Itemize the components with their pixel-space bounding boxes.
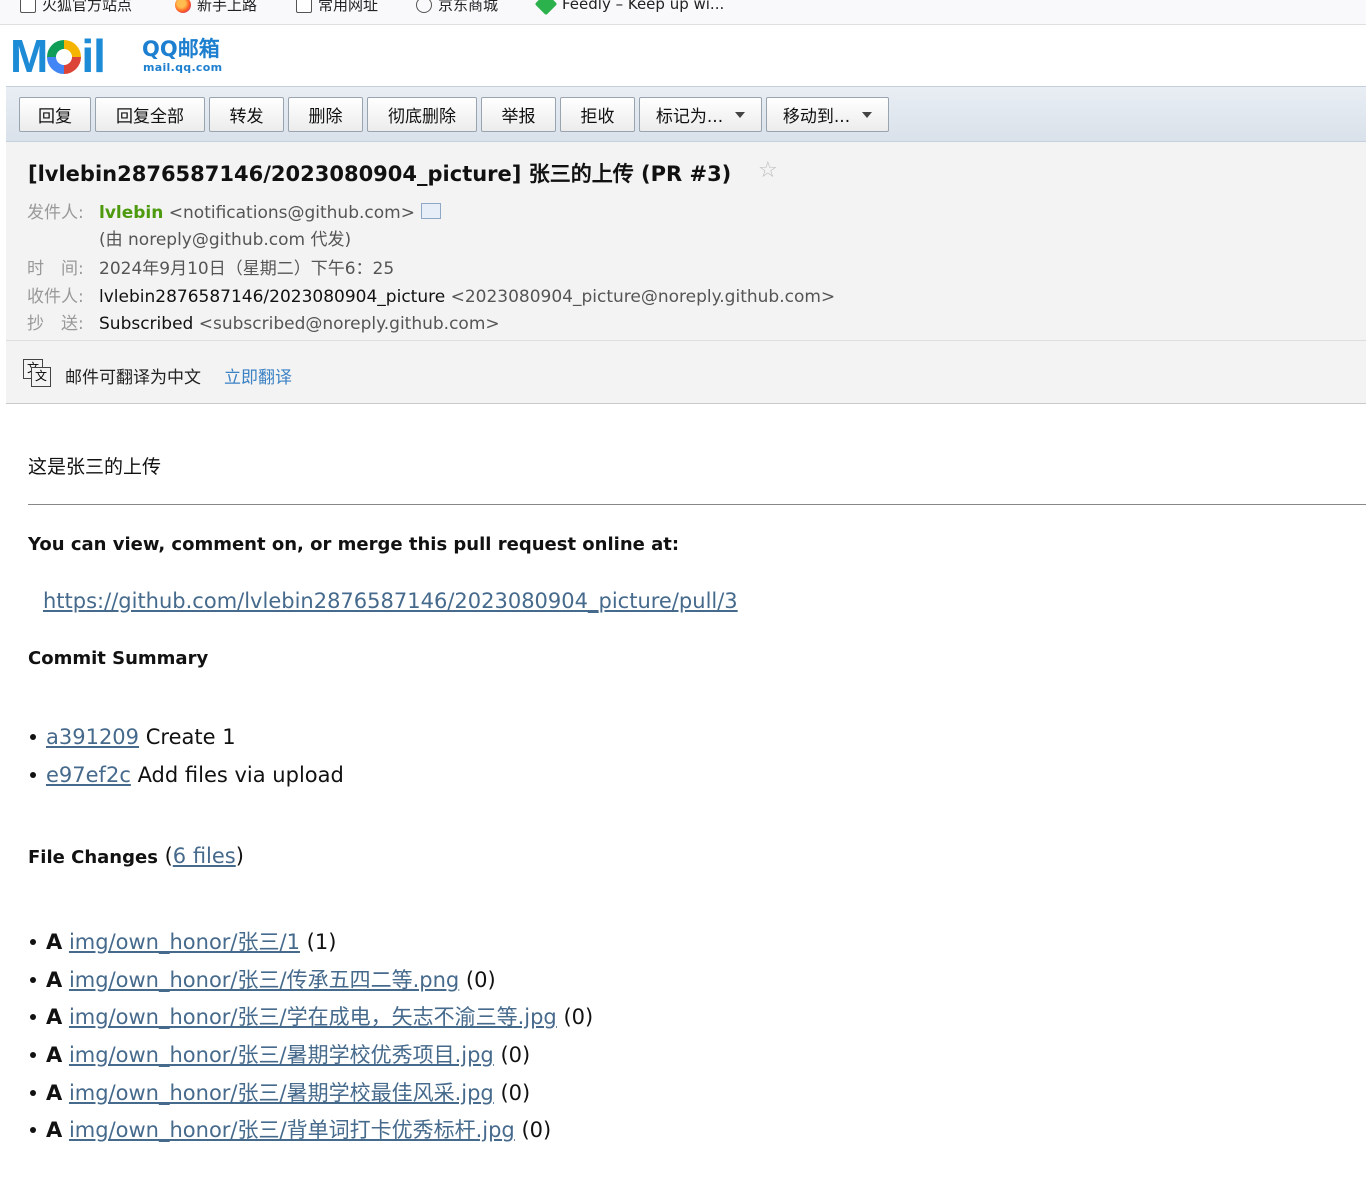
list-item: A img/own_honor/张三/背单词打卡优秀标杆.jpg (0) xyxy=(30,1114,551,1144)
report-button[interactable]: 举报 xyxy=(481,97,556,132)
logo-mail-text: Mil xyxy=(10,30,106,82)
commit-sha-link[interactable]: e97ef2c xyxy=(46,763,131,787)
view-line: You can view, comment on, or merge this … xyxy=(28,534,680,555)
bookmark-item[interactable]: 新手上路 xyxy=(175,0,257,15)
list-item: A img/own_honor/张三/1 (1) xyxy=(30,926,336,956)
translate-now-link[interactable]: 立即翻译 xyxy=(224,363,292,388)
globe-icon xyxy=(416,0,432,13)
list-item: a391209 Create 1 xyxy=(30,725,236,749)
reject-button[interactable]: 拒收 xyxy=(560,97,635,132)
pr-url-row: https://github.com/lvlebin2876587146/202… xyxy=(43,589,738,613)
file-path-link[interactable]: img/own_honor/张三/传承五四二等.png xyxy=(69,968,459,992)
move-to-dropdown[interactable]: 移动到... xyxy=(766,97,889,132)
on-behalf-text: (由 noreply@github.com 代发) xyxy=(99,230,352,250)
list-item: A img/own_honor/张三/传承五四二等.png (0) xyxy=(30,964,496,994)
file-changes-row: File Changes (6 files) xyxy=(28,844,244,868)
file-path-link[interactable]: img/own_honor/张三/背单词打卡优秀标杆.jpg xyxy=(69,1118,515,1142)
time-label: 时 间: xyxy=(27,259,84,279)
mark-as-dropdown[interactable]: 标记为... xyxy=(639,97,762,132)
forward-button[interactable]: 转发 xyxy=(209,97,284,132)
divider xyxy=(28,504,1366,505)
delete-forever-button[interactable]: 彻底删除 xyxy=(367,97,477,132)
qq-mail-logo[interactable]: Mil QQ邮箱 mail.qq.com xyxy=(10,33,230,79)
file-changes-link[interactable]: 6 files xyxy=(173,844,236,868)
sent-time: 2024年9月10日（星期二）下午6：25 xyxy=(99,259,395,279)
page-icon xyxy=(296,0,312,13)
commit-sha-link[interactable]: a391209 xyxy=(46,725,139,749)
translate-bar: 文文 邮件可翻译为中文 立即翻译 xyxy=(6,340,1366,405)
time-row: 时 间: 2024年9月10日（星期二）下午6：25 xyxy=(27,254,394,279)
list-item: A img/own_honor/张三/学在成电，矢志不渝三等.jpg (0) xyxy=(30,1001,593,1031)
change-type: A xyxy=(46,1043,63,1067)
firefox-icon xyxy=(175,0,191,13)
commit-summary-heading: Commit Summary xyxy=(28,648,209,669)
to-row: 收件人: lvlebin2876587146/2023080904_picture… xyxy=(27,282,835,307)
cc-row: 抄 送: Subscribed <subscribed@noreply.githu… xyxy=(27,309,500,334)
commit-message: Create 1 xyxy=(145,725,236,749)
file-path-link[interactable]: img/own_honor/张三/暑期学校优秀项目.jpg xyxy=(69,1043,494,1067)
bookmark-item[interactable]: 常用网址 xyxy=(296,0,378,15)
file-changes-heading: File Changes xyxy=(28,847,158,868)
recipient-address: <2023080904_picture@noreply.github.com> xyxy=(450,287,836,307)
change-type: A xyxy=(46,930,63,954)
recipient-name[interactable]: lvlebin2876587146/2023080904_picture xyxy=(99,287,445,307)
cc-label: 抄 送: xyxy=(27,314,84,334)
mail-toolbar: 回复 回复全部 转发 删除 彻底删除 举报 拒收 标记为... 移动到... xyxy=(6,86,1366,142)
star-icon[interactable]: ☆ xyxy=(758,158,778,183)
chevron-down-icon xyxy=(862,111,873,118)
file-path-link[interactable]: img/own_honor/张三/学在成电，矢志不渝三等.jpg xyxy=(69,1005,557,1029)
file-path-link[interactable]: img/own_honor/张三/1 xyxy=(69,930,300,954)
change-count: (0) xyxy=(465,968,496,992)
intro-text: 这是张三的上传 xyxy=(28,456,162,478)
bookmarks-bar: 火狐官方站点 新手上路 常用网址 京东商城 Feedly – Keep up w… xyxy=(0,0,1366,25)
change-type: A xyxy=(46,1118,63,1142)
commit-message: Add files via upload xyxy=(137,763,344,787)
pr-url-link[interactable]: https://github.com/lvlebin2876587146/202… xyxy=(43,589,738,613)
reply-button[interactable]: 回复 xyxy=(19,97,91,132)
change-type: A xyxy=(46,1081,63,1105)
sender-name[interactable]: lvlebin xyxy=(99,203,163,223)
logo-name: QQ邮箱 xyxy=(142,37,220,61)
feedly-icon xyxy=(534,0,558,16)
file-path-link[interactable]: img/own_honor/张三/暑期学校最佳风采.jpg xyxy=(69,1081,494,1105)
change-count: (0) xyxy=(500,1081,531,1105)
bookmark-item[interactable]: 京东商城 xyxy=(416,0,498,15)
cc-name[interactable]: Subscribed xyxy=(99,314,193,334)
change-count: (0) xyxy=(521,1118,552,1142)
translate-icon: 文文 xyxy=(23,359,51,387)
from-label: 发件人: xyxy=(27,203,84,223)
list-item: e97ef2c Add files via upload xyxy=(30,763,344,787)
email-header: [lvlebin2876587146/2023080904_picture] 张… xyxy=(6,142,1366,404)
to-label: 收件人: xyxy=(27,287,84,307)
on-behalf-row: (由 noreply@github.com 代发) xyxy=(99,225,351,250)
change-count: (1) xyxy=(306,930,337,954)
cc-address: <subscribed@noreply.github.com> xyxy=(198,314,500,334)
from-row: 发件人: lvlebin <notifications@github.com> xyxy=(27,198,441,223)
list-item: A img/own_honor/张三/暑期学校最佳风采.jpg (0) xyxy=(30,1077,530,1107)
reply-all-button[interactable]: 回复全部 xyxy=(95,97,205,132)
change-count: (0) xyxy=(563,1005,594,1029)
logo-o-icon xyxy=(47,40,82,74)
bookmark-item[interactable]: Feedly – Keep up wi... xyxy=(534,0,724,16)
page-icon xyxy=(20,0,36,13)
email-subject: [lvlebin2876587146/2023080904_picture] 张… xyxy=(28,162,732,186)
change-count: (0) xyxy=(500,1043,531,1067)
contact-card-icon[interactable] xyxy=(420,203,441,219)
sender-address: <notifications@github.com> xyxy=(168,203,415,223)
translate-prompt: 邮件可翻译为中文 xyxy=(65,368,201,388)
delete-button[interactable]: 删除 xyxy=(288,97,363,132)
change-type: A xyxy=(46,1005,63,1029)
logo-url: mail.qq.com xyxy=(143,61,223,74)
list-item: A img/own_honor/张三/暑期学校优秀项目.jpg (0) xyxy=(30,1039,530,1069)
bookmark-item[interactable]: 火狐官方站点 xyxy=(20,0,132,15)
change-type: A xyxy=(46,968,63,992)
chevron-down-icon xyxy=(735,111,746,118)
